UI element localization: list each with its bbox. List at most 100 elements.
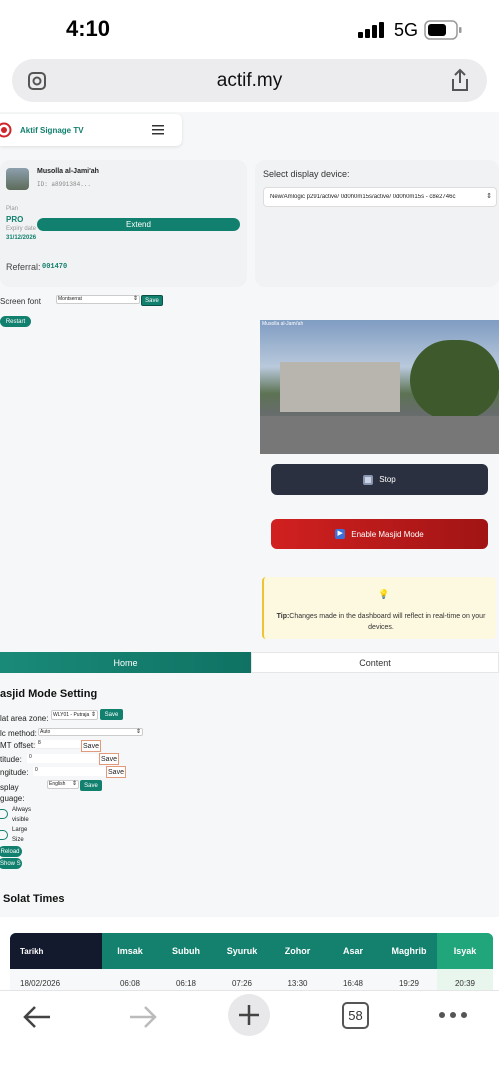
stop-label: Stop xyxy=(379,475,396,484)
latitude-label: titude: xyxy=(0,755,22,764)
solat-header-isyak: Isyak xyxy=(453,946,477,956)
solat-times-title: Solat Times xyxy=(3,893,65,905)
solat-header-imsak: Imsak xyxy=(117,946,143,956)
battery-icon xyxy=(424,20,462,40)
solat-cell-imsak: 06:08 xyxy=(119,978,141,988)
back-arrow-icon[interactable] xyxy=(22,1005,52,1029)
solat-table-header: Tarikh Imsak Subuh Syuruk Zohor Asar Maghrib Is… xyxy=(10,933,493,969)
longitude-save-button[interactable]: Save xyxy=(106,766,126,778)
preview-caption: Musolla al-Jami'ah xyxy=(262,321,304,327)
profile-name: Musolla al-Jami'ah xyxy=(37,168,99,175)
select-arrows-icon: ⇕ xyxy=(135,729,141,735)
latitude-save-button[interactable]: Save xyxy=(99,753,119,765)
tip-box: 💡 Tip:Changes made in the dashboard will… xyxy=(262,577,496,639)
zone-save-button[interactable]: Save xyxy=(100,709,123,720)
longitude-label: ngitude: xyxy=(0,768,29,777)
app-header: Aktif Signage TV xyxy=(0,114,182,146)
language-label-1: splay xyxy=(0,783,19,792)
extend-button[interactable]: Extend xyxy=(37,218,240,231)
tip-body: Changes made in the dashboard will refle… xyxy=(289,613,486,631)
stop-icon xyxy=(363,474,374,485)
calc-method-label: lc method: xyxy=(0,729,37,738)
gmt-save-button[interactable]: Save xyxy=(81,740,101,752)
show-button[interactable]: Show S xyxy=(0,858,22,869)
font-save-button[interactable]: Save xyxy=(141,295,163,306)
font-select[interactable]: Montserrat ⇕ xyxy=(56,295,140,304)
large-label-1: Large xyxy=(12,827,28,833)
tree-shape xyxy=(410,340,499,420)
tab-home[interactable]: Home xyxy=(0,652,251,673)
reload-button[interactable]: Reload xyxy=(0,846,22,857)
device-card: Select display device: New/Amlogic p291/… xyxy=(255,160,499,287)
building-shape xyxy=(280,362,400,412)
zone-select-value: WLY01 - Putraja xyxy=(53,712,90,718)
play-icon: ▶ xyxy=(335,529,346,539)
always-label-1: Always xyxy=(12,807,32,813)
gmt-offset-input[interactable]: 8 xyxy=(36,740,81,749)
solat-cell-maghrib: 19:29 xyxy=(398,978,420,988)
logo-icon xyxy=(0,122,12,138)
solat-header-zohor: Zohor xyxy=(284,946,311,956)
referral-label: Referral: xyxy=(6,262,41,272)
solat-cell-syuruk: 07:26 xyxy=(231,978,253,988)
font-select-value: Montserrat xyxy=(58,296,82,302)
restart-button[interactable]: Restart xyxy=(0,316,31,327)
plus-icon xyxy=(239,1005,259,1025)
gmt-offset-value: 8 xyxy=(38,740,41,746)
forward-arrow-icon[interactable] xyxy=(128,1005,158,1029)
language-label-2: guage: xyxy=(0,794,25,803)
zone-select[interactable]: WLY01 - Putraja ⇕ xyxy=(51,710,98,720)
select-arrows-icon: ⇕ xyxy=(132,296,138,302)
longitude-input[interactable]: 0 xyxy=(33,767,106,776)
browser-toolbar: 58 xyxy=(0,990,499,1080)
tip-label: Tip: xyxy=(276,613,290,620)
solat-cell-isyak: 20:39 xyxy=(454,978,476,988)
referral-code: 001470 xyxy=(42,263,68,271)
language-select[interactable]: English ⇕ xyxy=(47,780,79,789)
language-save-button[interactable]: Save xyxy=(80,780,102,791)
device-select[interactable]: New/Amlogic p291/active/ 0d0h0m15s/activ… xyxy=(263,187,497,207)
calc-method-select[interactable]: Auto ⇕ xyxy=(38,728,143,736)
address-bar[interactable]: actif.my xyxy=(12,59,487,102)
latitude-input[interactable]: 0 xyxy=(27,754,99,763)
network-label: 5G xyxy=(394,20,419,40)
always-visible-toggle[interactable] xyxy=(0,809,8,819)
plan-value: PRO xyxy=(6,215,24,224)
select-arrows-icon: ⇕ xyxy=(71,781,77,787)
share-icon[interactable] xyxy=(449,68,471,92)
device-label: Select display device: xyxy=(263,169,350,179)
solat-table-row: 18/02/2026 06:08 06:18 07:26 13:30 16:48 19:29… xyxy=(10,969,493,990)
solat-cell-zohor: 13:30 xyxy=(287,978,308,988)
menu-icon[interactable] xyxy=(152,125,164,135)
avatar xyxy=(6,168,29,190)
status-bar: 4:10 5G xyxy=(0,0,499,60)
masjid-mode-label: Enable Masjid Mode xyxy=(351,529,424,539)
new-tab-button[interactable] xyxy=(228,994,270,1036)
expiry-value: 31/12/2026 xyxy=(6,235,37,241)
solat-header-tarikh: Tarikh xyxy=(20,946,44,956)
more-icon[interactable] xyxy=(438,1011,468,1019)
signal-icon xyxy=(358,22,384,38)
solat-cell-tarikh: 18/02/2026 xyxy=(20,978,61,988)
large-size-toggle[interactable] xyxy=(0,830,8,840)
language-value: English xyxy=(49,781,66,787)
select-arrows-icon: ⇕ xyxy=(486,193,492,200)
solat-table-card: Tarikh Imsak Subuh Syuruk Zohor Asar Maghrib Is… xyxy=(0,917,499,990)
tab-content[interactable]: Content xyxy=(251,652,499,673)
profile-card: Musolla al-Jami'ah ID: a8991384... Plan … xyxy=(0,160,247,287)
select-arrows-icon: ⇕ xyxy=(90,712,96,718)
large-label-2: Size xyxy=(12,837,24,843)
tab-count-button[interactable]: 58 xyxy=(342,1002,369,1029)
solat-cell-asar: 16:48 xyxy=(342,978,364,988)
status-time: 4:10 xyxy=(66,16,111,41)
masjid-mode-button[interactable]: ▶ Enable Masjid Mode xyxy=(271,519,488,549)
masjid-settings-title: asjid Mode Setting xyxy=(0,688,98,700)
stop-button[interactable]: Stop xyxy=(271,464,488,495)
solat-header-syuruk: Syuruk xyxy=(226,946,258,956)
road-shape xyxy=(260,416,499,454)
url-text[interactable]: actif.my xyxy=(12,70,487,92)
device-preview-image: Musolla al-Jami'ah xyxy=(260,320,499,454)
lightbulb-icon: 💡 xyxy=(378,589,390,599)
font-label: Screen font xyxy=(0,297,41,306)
brand-title: Aktif Signage TV xyxy=(20,126,84,135)
